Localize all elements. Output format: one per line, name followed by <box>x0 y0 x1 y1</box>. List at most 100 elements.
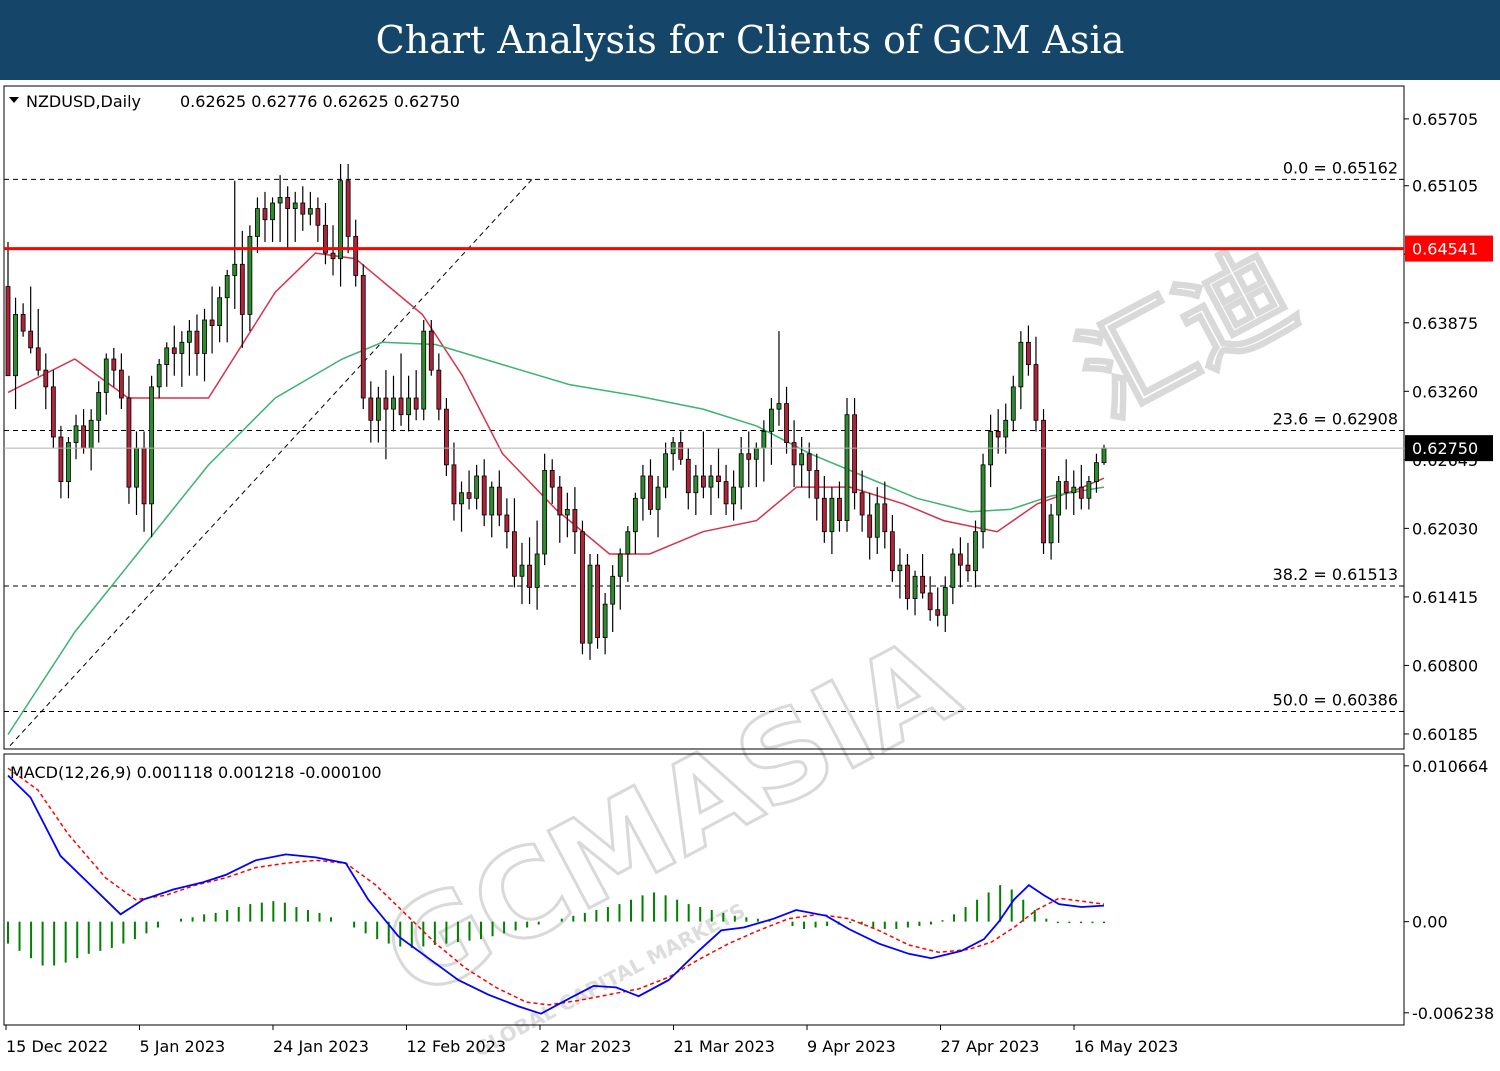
candle-body <box>368 397 374 421</box>
candle-body <box>648 475 653 510</box>
candle-body <box>791 442 797 466</box>
candle <box>542 453 548 566</box>
price-tick-label: 0.61415 <box>1412 588 1478 607</box>
candle-body <box>436 369 442 410</box>
macd-label: MACD(12,26,9) 0.001118 0.001218 -0.00010… <box>10 763 382 782</box>
price-tick-label: 0.63260 <box>1412 382 1478 401</box>
candle-body <box>663 453 668 488</box>
candle-body <box>829 497 835 533</box>
candle-body <box>564 509 570 516</box>
date-tick-label: 5 Jan 2023 <box>140 1037 226 1056</box>
candle-body <box>481 475 487 516</box>
candle-body <box>746 453 752 460</box>
candle-body <box>889 531 895 572</box>
resistance-badge-label: 0.64541 <box>1412 240 1478 259</box>
candle-body <box>753 447 759 460</box>
macd-tick-label: -0.006238 <box>1412 1004 1494 1023</box>
price-tick-label: 0.60800 <box>1412 656 1478 675</box>
candle-body <box>617 553 623 577</box>
candle-body <box>81 425 86 449</box>
candle-body <box>935 609 941 616</box>
candle-body <box>141 447 147 505</box>
candle-body <box>1094 462 1099 482</box>
candle-body <box>1071 486 1077 494</box>
candle-body <box>103 358 109 393</box>
date-tick-label: 9 Apr 2023 <box>807 1037 896 1056</box>
symbol-label: NZDUSD,Daily <box>26 92 141 111</box>
candle-body <box>217 297 223 326</box>
candle-body <box>708 475 714 488</box>
candle-body <box>262 208 268 221</box>
candle <box>852 398 857 510</box>
candle <box>1041 409 1046 554</box>
price-tick-label: 0.60185 <box>1412 725 1478 744</box>
candle <box>421 320 427 421</box>
candle-body <box>474 475 480 499</box>
date-tick-label: 21 Mar 2023 <box>674 1037 775 1056</box>
fib-label-1: 23.6 = 0.62908 <box>1273 410 1398 429</box>
price-tick-label: 0.62030 <box>1412 519 1478 538</box>
candle-body <box>821 497 827 533</box>
candle-body <box>73 425 79 443</box>
candle-body <box>164 347 170 365</box>
candle-body <box>118 369 124 399</box>
candle-body <box>723 481 729 505</box>
candle-body <box>693 475 699 494</box>
candle-body <box>799 453 805 466</box>
candle-body <box>769 408 774 432</box>
candle-body <box>1063 481 1069 494</box>
candle-body <box>194 330 200 354</box>
candle-body <box>965 564 971 572</box>
candle-body <box>353 236 359 276</box>
candle-body <box>837 497 842 521</box>
candle-body <box>700 475 706 488</box>
candle-body <box>232 263 238 276</box>
candle-body <box>255 208 260 237</box>
candle-body <box>156 364 162 388</box>
candle-body <box>187 330 192 343</box>
candle-body <box>413 397 419 410</box>
candle-body <box>1078 486 1084 499</box>
candle-body <box>512 531 517 577</box>
candle-body <box>897 564 903 572</box>
candle-body <box>519 564 525 577</box>
candle-body <box>239 263 245 315</box>
candle-body <box>285 197 291 209</box>
candle-body <box>330 252 336 260</box>
candle-body <box>489 486 495 516</box>
fib-label-3: 50.0 = 0.60386 <box>1273 691 1398 710</box>
candle-body <box>406 397 412 416</box>
candle-body <box>595 564 600 638</box>
candle-body <box>534 553 540 588</box>
candle-body <box>852 414 857 494</box>
candle-body <box>43 369 49 388</box>
candle-body <box>874 503 880 538</box>
candle-body <box>1056 481 1062 516</box>
date-tick-label: 15 Dec 2022 <box>6 1037 108 1056</box>
candle <box>443 398 449 476</box>
candle-body <box>50 386 56 438</box>
candle-body <box>391 397 396 410</box>
candle-body <box>1041 419 1046 544</box>
candle-body <box>844 414 850 521</box>
date-tick-label: 24 Jan 2023 <box>273 1037 369 1056</box>
candle-body <box>973 531 978 572</box>
candle-body <box>111 358 117 371</box>
candle-body <box>451 464 457 505</box>
candle-body <box>171 347 177 354</box>
candle-body <box>421 330 427 410</box>
report-banner: Chart Analysis for Clients of GCM Asia <box>0 0 1500 80</box>
candle-body <box>942 587 948 616</box>
candle-body <box>149 386 155 505</box>
candle-body <box>270 202 275 221</box>
candle-body <box>678 442 684 460</box>
candle-body <box>383 397 389 410</box>
price-chart: GCMASIAGLOBAL CAPITAL MARKETS汇迪 0.0 = 0.… <box>0 80 1500 1071</box>
candle-body <box>20 314 26 332</box>
candle-body <box>277 197 283 204</box>
candle-body <box>496 486 502 516</box>
candle-body <box>632 497 638 533</box>
price-tick-label: 0.63875 <box>1412 314 1478 333</box>
candle-body <box>126 397 132 488</box>
candle-body <box>927 592 933 611</box>
